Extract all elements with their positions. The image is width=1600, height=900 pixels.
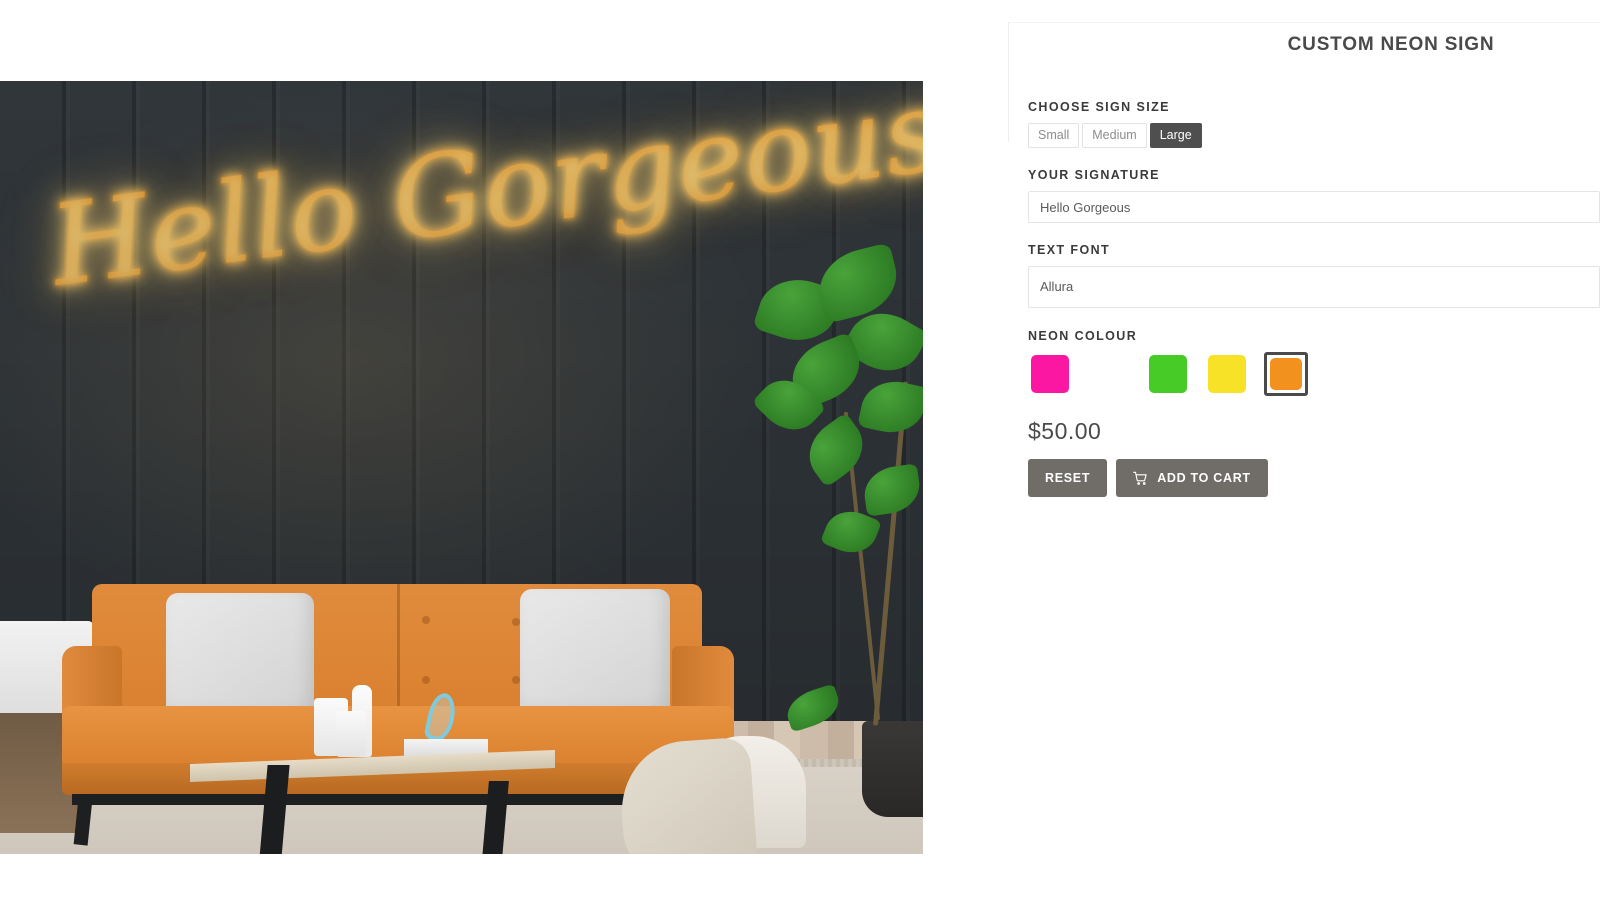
action-buttons: RESET ADD TO CART [1028,459,1600,498]
plant-pot [862,721,923,817]
page-title: CUSTOM NEON SIGN [1287,34,1495,55]
sign-size-label: CHOOSE SIGN SIZE [1028,100,1170,114]
decor-vase-small [336,711,366,757]
signature-label: YOUR SIGNATURE [1028,168,1160,183]
neon-colour-swatch-green[interactable] [1146,352,1190,396]
neon-colour-swatch-pink[interactable] [1028,352,1072,396]
text-font-select[interactable]: Allura [1028,266,1600,309]
swatch-chip-white [1090,355,1128,394]
text-font-value: Allura [1040,279,1074,295]
sign-size-option-medium[interactable]: Medium [1082,123,1147,149]
signature-input[interactable] [1028,191,1600,224]
add-to-cart-button[interactable]: ADD TO CART [1116,459,1268,498]
price-value: $50.00 [1028,418,1102,445]
neon-colour-swatch-white[interactable] [1087,352,1131,396]
sign-size-options[interactable]: Small Medium Large [1028,123,1600,149]
shopping-cart-icon [1133,471,1148,486]
swatch-chip-yellow [1208,355,1246,394]
sofa-pillow-right [520,589,670,719]
sign-size-option-large[interactable]: Large [1149,123,1202,149]
sign-size-option-small[interactable]: Small [1028,123,1080,149]
reset-button[interactable]: RESET [1028,459,1108,498]
neon-colour-swatches[interactable] [1028,352,1600,397]
swatch-chip-green [1149,355,1187,394]
neon-colour-swatch-yellow[interactable] [1205,352,1249,396]
swatch-chip-pink [1031,355,1069,394]
sign-preview-image[interactable]: Hello Gorgeous Hello Gorgeous [0,81,923,854]
swatch-chip-orange [1270,358,1302,391]
neon-colour-label: NEON COLOUR [1028,329,1138,344]
product-configurator-page: Hello Gorgeous Hello Gorgeous [0,0,1600,900]
sofa-pillow-left [166,593,314,721]
add-to-cart-label: ADD TO CART [1157,471,1251,486]
neon-colour-swatch-orange[interactable] [1264,352,1308,397]
configurator-form: CHOOSE SIGN SIZE Small Medium Large YOUR S… [1028,100,1600,498]
text-font-label: TEXT FONT [1028,243,1111,258]
